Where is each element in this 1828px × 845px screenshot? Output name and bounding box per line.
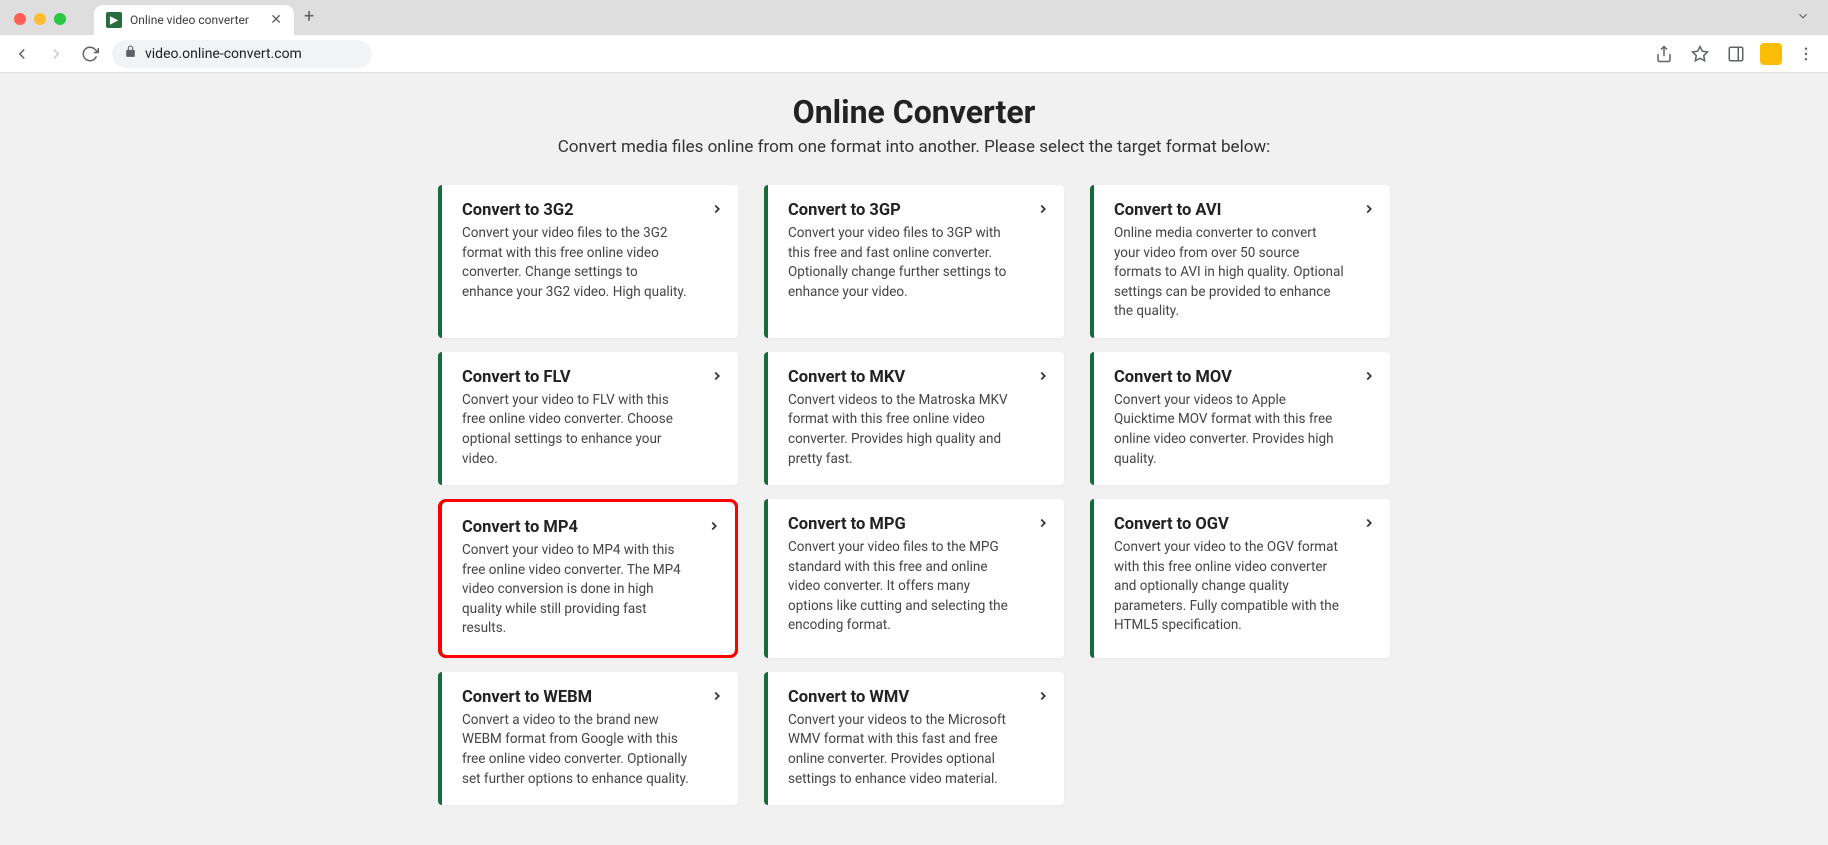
card-description: Online media converter to convert your v… [1114, 224, 1344, 322]
new-tab-button[interactable]: + [304, 6, 314, 35]
chevron-right-icon [1036, 515, 1050, 534]
chevron-right-icon [1362, 201, 1376, 220]
converter-card[interactable]: Convert to WMV Convert your videos to the… [764, 672, 1064, 805]
window-controls [8, 13, 74, 35]
converter-card[interactable]: Convert to MPG Convert your video files t… [764, 499, 1064, 658]
toolbar-right [1652, 42, 1818, 66]
page-content: Online Converter Convert media files onl… [0, 73, 1828, 845]
chevron-right-icon [710, 368, 724, 387]
converter-card[interactable]: Convert to 3GP Convert your video files t… [764, 185, 1064, 338]
converter-card[interactable]: Convert to MP4 Convert your video to MP4 … [438, 499, 738, 658]
card-title: Convert to MOV [1114, 368, 1370, 387]
card-title: Convert to OGV [1114, 515, 1370, 534]
card-description: Convert your videos to Apple Quicktime M… [1114, 391, 1344, 469]
side-panel-icon[interactable] [1724, 42, 1748, 66]
card-description: Convert videos to the Matroska MKV forma… [788, 391, 1018, 469]
converter-card[interactable]: Convert to FLV Convert your video to FLV … [438, 352, 738, 485]
chevron-right-icon [1036, 688, 1050, 707]
chevron-right-icon [1362, 515, 1376, 534]
card-title: Convert to MKV [788, 368, 1044, 387]
menu-icon[interactable] [1794, 42, 1818, 66]
card-title: Convert to AVI [1114, 201, 1370, 220]
tab-title: Online video converter [130, 13, 249, 27]
card-description: Convert your video files to the 3G2 form… [462, 224, 692, 302]
maximize-window-button[interactable] [54, 13, 66, 25]
page-title: Online Converter [284, 93, 1544, 131]
card-title: Convert to MPG [788, 515, 1044, 534]
chevron-right-icon [707, 518, 721, 537]
converter-card[interactable]: Convert to OGV Convert your video to the … [1090, 499, 1390, 658]
converter-card[interactable]: Convert to AVI Online media converter to … [1090, 185, 1390, 338]
extension-icon[interactable] [1760, 43, 1782, 65]
share-icon[interactable] [1652, 42, 1676, 66]
forward-button[interactable] [44, 42, 68, 66]
browser-tab-bar: ▶ Online video converter ✕ + [0, 0, 1828, 35]
converter-grid: Convert to 3G2 Convert your video files t… [284, 185, 1544, 805]
favicon: ▶ [106, 12, 122, 28]
chevron-right-icon [1036, 368, 1050, 387]
card-description: Convert your videos to the Microsoft WMV… [788, 711, 1018, 789]
browser-toolbar: video.online-convert.com [0, 35, 1828, 73]
card-description: Convert your video to MP4 with this free… [462, 541, 692, 639]
converter-card[interactable]: Convert to MOV Convert your videos to App… [1090, 352, 1390, 485]
chevron-right-icon [1036, 201, 1050, 220]
reload-button[interactable] [78, 42, 102, 66]
card-description: Convert your video to the OGV format wit… [1114, 538, 1344, 636]
card-title: Convert to MP4 [462, 518, 715, 537]
browser-tab[interactable]: ▶ Online video converter ✕ [94, 5, 294, 35]
card-description: Convert a video to the brand new WEBM fo… [462, 711, 692, 789]
close-tab-icon[interactable]: ✕ [270, 12, 282, 28]
card-title: Convert to WEBM [462, 688, 718, 707]
card-title: Convert to WMV [788, 688, 1044, 707]
bookmark-icon[interactable] [1688, 42, 1712, 66]
minimize-window-button[interactable] [34, 13, 46, 25]
card-title: Convert to FLV [462, 368, 718, 387]
page-subtitle: Convert media files online from one form… [284, 137, 1544, 157]
card-description: Convert your video to FLV with this free… [462, 391, 692, 469]
back-button[interactable] [10, 42, 34, 66]
tabs-dropdown-icon[interactable] [1796, 8, 1820, 35]
url-text: video.online-convert.com [145, 46, 302, 62]
close-window-button[interactable] [14, 13, 26, 25]
converter-card[interactable]: Convert to 3G2 Convert your video files t… [438, 185, 738, 338]
converter-card[interactable]: Convert to MKV Convert videos to the Matr… [764, 352, 1064, 485]
chevron-right-icon [710, 688, 724, 707]
card-description: Convert your video files to 3GP with thi… [788, 224, 1018, 302]
card-description: Convert your video files to the MPG stan… [788, 538, 1018, 636]
converter-card[interactable]: Convert to WEBM Convert a video to the br… [438, 672, 738, 805]
card-title: Convert to 3GP [788, 201, 1044, 220]
chevron-right-icon [710, 201, 724, 220]
chevron-right-icon [1362, 368, 1376, 387]
card-title: Convert to 3G2 [462, 201, 718, 220]
address-bar[interactable]: video.online-convert.com [112, 40, 372, 68]
lock-icon [124, 45, 137, 62]
